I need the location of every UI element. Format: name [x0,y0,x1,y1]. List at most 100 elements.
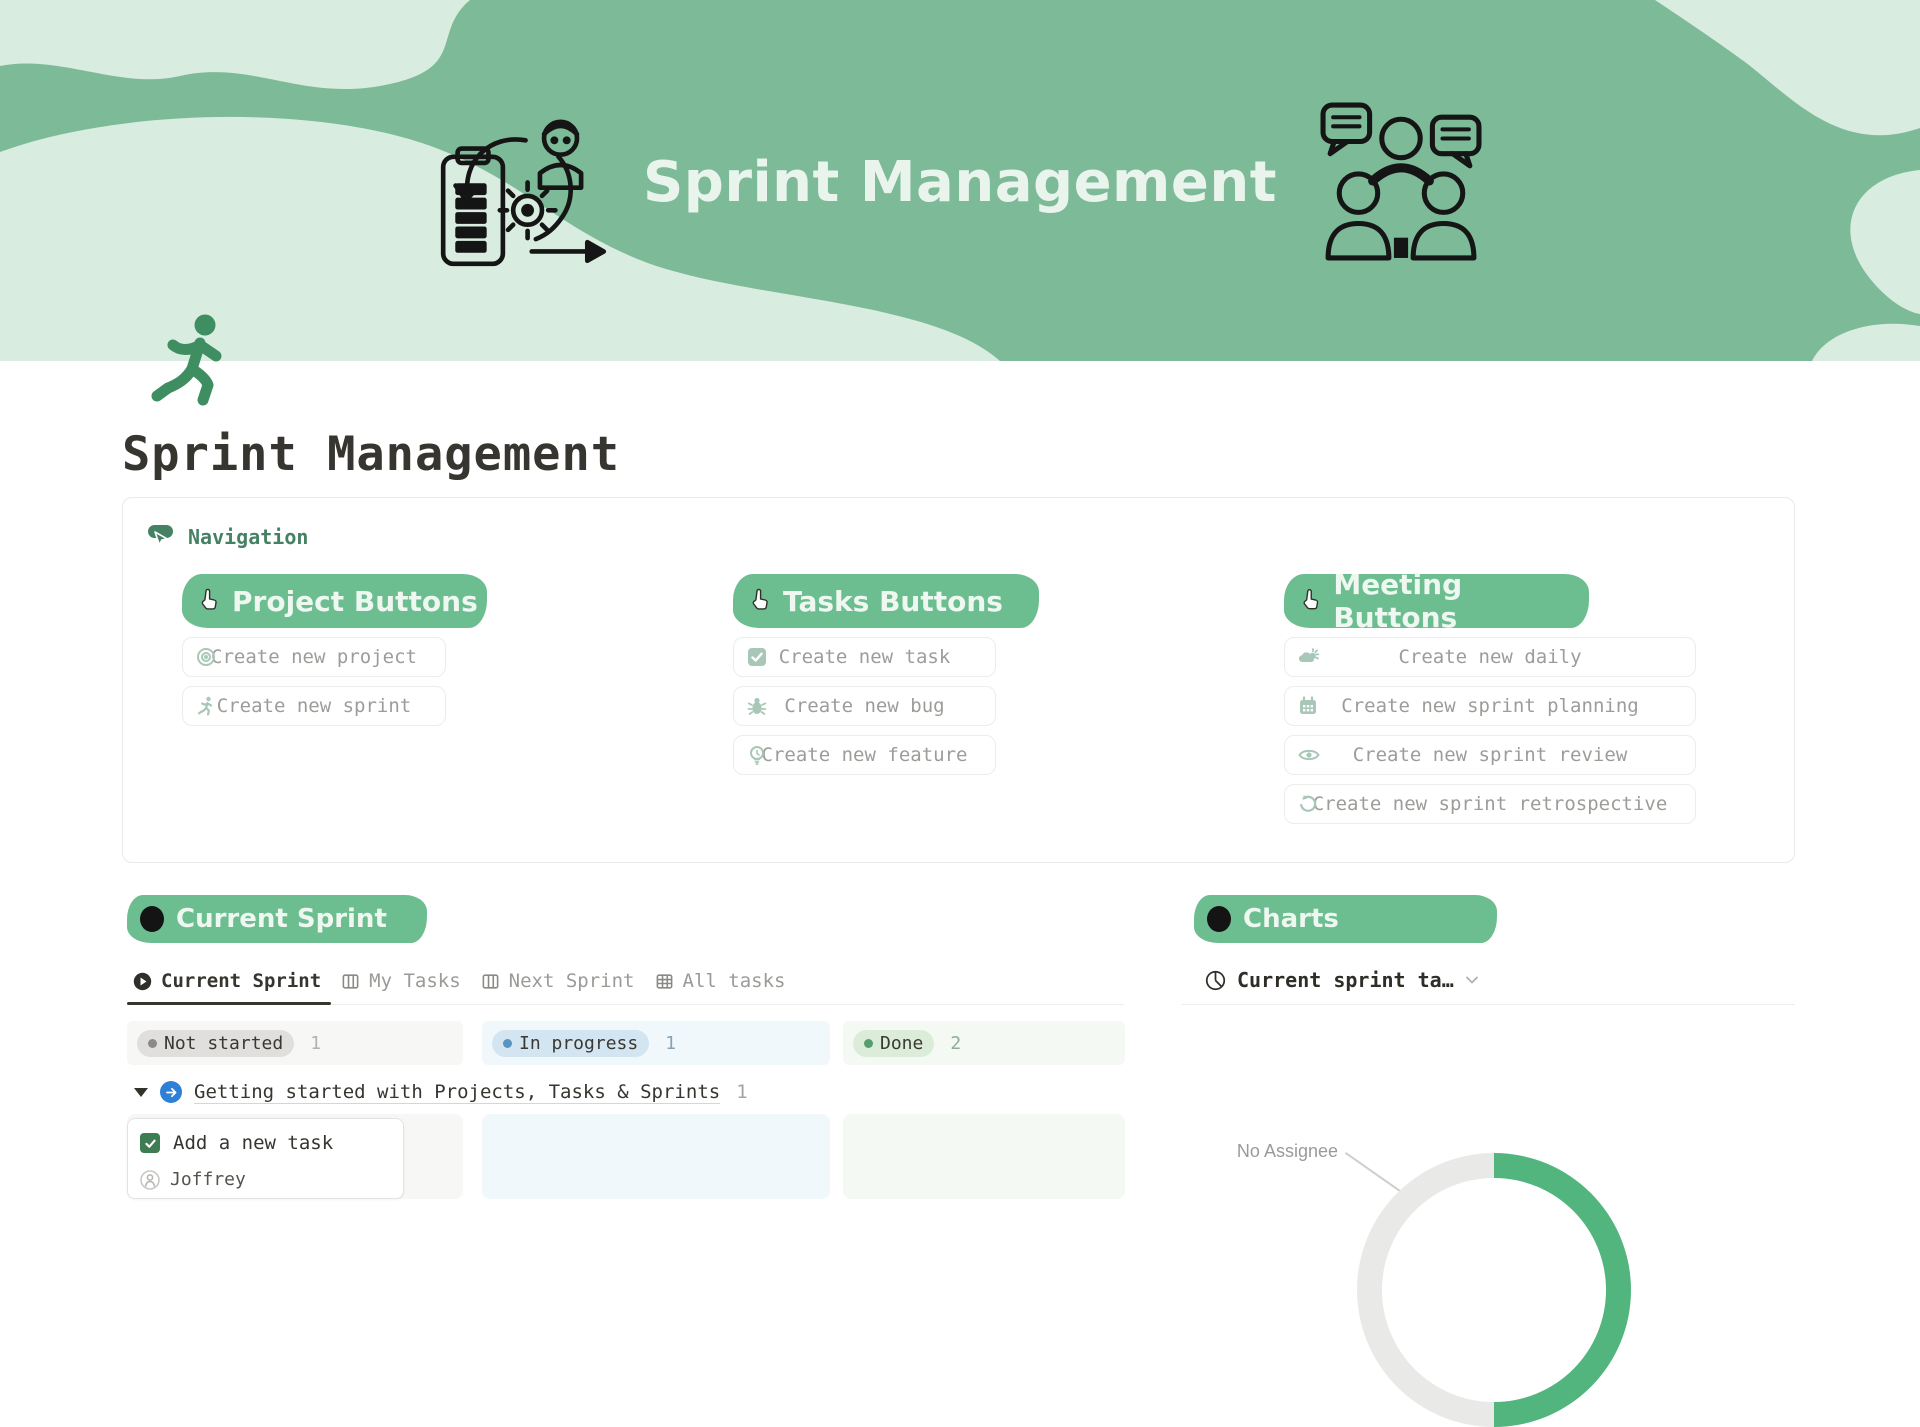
current-sprint-section-label: Current Sprint [176,904,387,934]
blue-arrow-circle-icon [160,1081,182,1103]
create-new-bug-label: Create new bug [784,695,944,717]
create-new-sprint-retrospective-label: Create new sprint retrospective [1313,793,1668,815]
collapse-toggle-icon[interactable] [134,1088,148,1097]
calendar-icon [1298,696,1318,716]
create-new-feature-label: Create new feature [762,744,968,766]
eye-icon [1298,745,1320,765]
status-dot-icon [503,1039,512,1048]
create-new-daily-label: Create new daily [1398,646,1581,668]
board-icon [341,972,360,991]
column-body-in-progress [482,1114,830,1199]
cursor-click-icon [147,524,177,550]
donut-slice-label: No Assignee [1228,1141,1338,1162]
column-count: 1 [310,1033,321,1054]
group-title-link[interactable]: Getting started with Projects, Tasks & S… [194,1081,720,1103]
checkbox-icon [747,647,767,667]
column-header-not-started[interactable]: Not started 1 [127,1021,463,1065]
nav-column-tasks: Tasks Buttons Create new task Create new… [733,574,996,775]
board-icon [481,972,500,991]
tab-all-tasks[interactable]: All tasks [655,970,786,992]
assignee-donut-chart[interactable] [1357,1153,1631,1427]
create-new-project-button[interactable]: Create new project [182,637,446,677]
runner-icon [196,696,216,716]
tab-current-sprint-label: Current Sprint [161,970,321,992]
cover-banner: Sprint Management [0,0,1920,361]
tab-current-sprint[interactable]: Current Sprint [133,970,321,992]
donut-label-leader-line [1345,1152,1403,1194]
create-new-sprint-retrospective-button[interactable]: Create new sprint retrospective [1284,784,1696,824]
status-dot-icon [148,1039,157,1048]
sunrise-icon [1298,647,1320,667]
task-checkbox-checked[interactable] [140,1133,160,1153]
hand-pointer-icon [196,588,222,614]
retro-arrow-icon [1298,794,1318,814]
status-label: Done [880,1033,923,1054]
status-pill-done: Done [853,1030,934,1057]
table-icon [655,972,674,991]
status-dot-icon [864,1039,873,1048]
hand-pointer-icon [1298,588,1323,614]
project-buttons-badge[interactable]: Project Buttons [182,574,487,628]
status-label: Not started [164,1033,283,1054]
assignee-name: Joffrey [170,1169,246,1190]
navigation-card: Navigation Project Buttons Create new pr… [122,497,1795,863]
hand-pointer-icon [747,588,773,614]
banner-title: Sprint Management [0,150,1920,215]
create-new-task-button[interactable]: Create new task [733,637,996,677]
create-new-project-label: Create new project [211,646,417,668]
tab-my-tasks-label: My Tasks [369,970,461,992]
task-title: Add a new task [173,1132,333,1154]
board-group-row: Getting started with Projects, Tasks & S… [134,1078,748,1106]
column-count: 1 [665,1033,676,1054]
target-icon [196,647,216,667]
chart-selector-dropdown[interactable]: Current sprint ta… [1205,964,1479,996]
meeting-buttons-badge[interactable]: Meeting Buttons [1284,574,1589,628]
navigation-header-label: Navigation [188,525,308,549]
status-pill-not-started: Not started [137,1030,294,1057]
create-new-sprint-review-label: Create new sprint review [1353,744,1628,766]
tab-next-sprint[interactable]: Next Sprint [481,970,635,992]
meeting-buttons-label: Meeting Buttons [1333,568,1589,634]
create-new-sprint-planning-label: Create new sprint planning [1341,695,1638,717]
tab-all-tasks-label: All tasks [683,970,786,992]
person-avatar-icon [140,1170,160,1190]
chart-selector-label: Current sprint ta… [1237,968,1454,992]
status-pill-in-progress: In progress [492,1030,649,1057]
current-sprint-badge[interactable]: Current Sprint [127,895,427,943]
create-new-daily-button[interactable]: Create new daily [1284,637,1696,677]
charts-section-label: Charts [1243,904,1339,934]
nav-column-meetings: Meeting Buttons Create new daily Create … [1284,574,1696,824]
group-count: 1 [736,1081,747,1103]
view-tabs: Current Sprint My Tasks Next Sprint All … [133,964,785,998]
column-header-done[interactable]: Done 2 [843,1021,1125,1065]
tab-next-sprint-label: Next Sprint [509,970,635,992]
create-new-sprint-label: Create new sprint [217,695,411,717]
page-title: Sprint Management [122,427,620,482]
charts-badge[interactable]: Charts [1194,895,1497,943]
create-new-sprint-planning-button[interactable]: Create new sprint planning [1284,686,1696,726]
project-buttons-label: Project Buttons [232,585,478,618]
task-card[interactable]: Add a new task Joffrey [127,1118,404,1199]
column-header-in-progress[interactable]: In progress 1 [482,1021,830,1065]
black-dot-icon [140,906,164,932]
nav-column-projects: Project Buttons Create new project Creat… [182,574,446,726]
create-new-feature-button[interactable]: Create new feature [733,735,996,775]
column-body-done [843,1114,1125,1199]
play-circle-icon [133,972,152,991]
lightbulb-icon [747,745,767,765]
tab-my-tasks[interactable]: My Tasks [341,970,461,992]
tasks-buttons-badge[interactable]: Tasks Buttons [733,574,1039,628]
create-new-sprint-button[interactable]: Create new sprint [182,686,446,726]
create-new-sprint-review-button[interactable]: Create new sprint review [1284,735,1696,775]
create-new-bug-button[interactable]: Create new bug [733,686,996,726]
black-dot-icon [1207,906,1231,932]
create-new-task-label: Create new task [779,646,951,668]
active-tab-underline [127,1002,331,1005]
pie-chart-icon [1205,970,1226,991]
chevron-down-icon [1465,975,1479,985]
navigation-header: Navigation [147,524,308,550]
status-label: In progress [519,1033,638,1054]
column-count: 2 [950,1033,961,1054]
bug-icon [747,696,767,716]
page-icon-runner[interactable] [148,312,240,406]
